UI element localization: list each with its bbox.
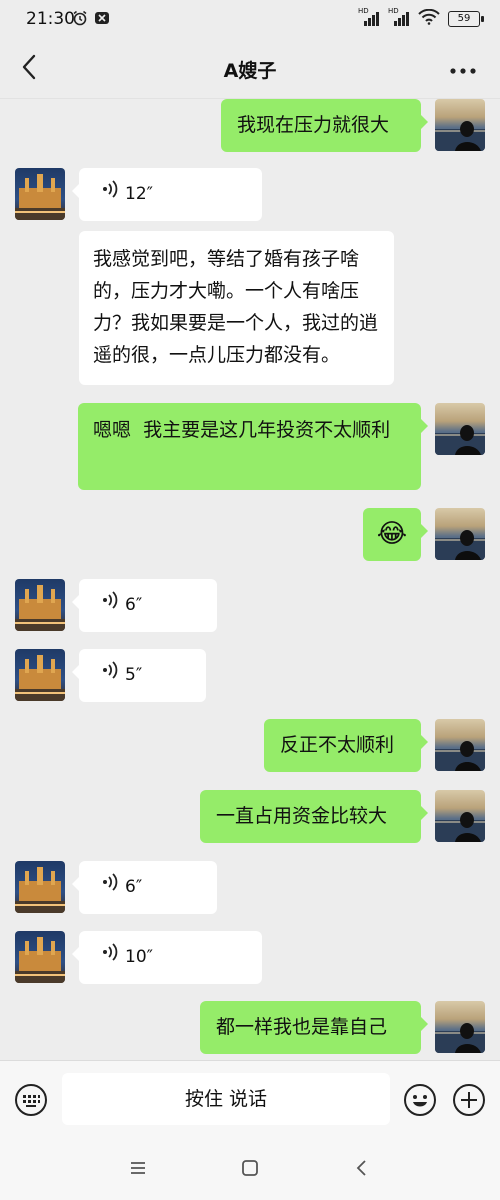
avatar-other[interactable]: [15, 931, 65, 983]
status-left-icons: [72, 10, 110, 30]
message-self: 反正不太顺利: [0, 719, 500, 774]
message-bubble[interactable]: 反正不太顺利: [264, 719, 428, 772]
message-self: 我现在压力就很大: [0, 99, 500, 154]
voice-duration: 12″: [125, 184, 153, 204]
system-back-button[interactable]: [350, 1156, 374, 1180]
home-button[interactable]: [238, 1156, 262, 1180]
voice-wave-icon: [101, 941, 119, 973]
voice-wave-icon: [101, 178, 119, 210]
voice-message-bubble[interactable]: 10″: [72, 931, 262, 984]
menu-icon: [126, 1162, 150, 1184]
avatar-self[interactable]: [435, 790, 485, 842]
message-other: 10″: [0, 931, 500, 986]
more-icon: [450, 59, 476, 78]
avatar-self[interactable]: [435, 1001, 485, 1053]
voice-duration: 6″: [125, 595, 143, 615]
status-time: 21:30: [26, 9, 75, 29]
voice-message-bubble[interactable]: 6″: [72, 861, 217, 914]
message-self: 嗯嗯 我主要是这几年投资不太顺利: [0, 403, 500, 493]
keyboard-icon: [14, 1084, 48, 1121]
chat-header: A嫂子: [0, 40, 500, 98]
home-icon: [238, 1160, 262, 1184]
message-bubble[interactable]: 我感觉到吧，等结了婚有孩子啥的，压力才大嘞。一个人有啥压力？我如果要是一个人，我…: [79, 231, 394, 385]
message-text: 反正不太顺利: [280, 734, 395, 756]
more-functions-button[interactable]: [452, 1083, 486, 1117]
chat-title: A嫂子: [223, 60, 277, 82]
voice-message-bubble[interactable]: 12″: [72, 168, 262, 221]
message-other: 我感觉到吧，等结了婚有孩子啥的，压力才大嘞。一个人有啥压力？我如果要是一个人，我…: [0, 231, 500, 387]
message-text: 嗯嗯 我主要是这几年投资不太顺利: [93, 419, 391, 441]
alarm-icon: [72, 10, 88, 30]
emoji-icon: [403, 1084, 437, 1121]
avatar-other[interactable]: [15, 649, 65, 701]
voice-wave-icon: [101, 659, 119, 691]
message-text: 都一样我也是靠自己: [216, 1016, 388, 1038]
message-text: 我感觉到吧，等结了婚有孩子啥的，压力才大嘞。一个人有啥压力？我如果要是一个人，我…: [93, 248, 379, 366]
message-other: 6″: [0, 579, 500, 634]
message-text: 我现在压力就很大: [237, 114, 390, 136]
recent-apps-button[interactable]: [126, 1156, 150, 1180]
avatar-self[interactable]: [435, 719, 485, 771]
chat-area[interactable]: 我现在压力就很大 12″ 我感觉到吧，等结了婚有孩子啥的，压力才大嘞。一个人有啥…: [0, 99, 500, 1060]
keyboard-toggle-button[interactable]: [14, 1083, 48, 1117]
hd-label: HD: [358, 7, 369, 15]
message-bubble[interactable]: 嗯嗯 我主要是这几年投资不太顺利: [78, 403, 428, 490]
emoji-text: 😂: [376, 519, 408, 549]
avatar-self[interactable]: [435, 99, 485, 151]
message-bubble[interactable]: 都一样我也是靠自己: [200, 1001, 428, 1054]
nav-back-icon: [350, 1160, 374, 1184]
message-text: 一直占用资金比较大: [216, 805, 388, 827]
message-bubble[interactable]: 一直占用资金比较大: [200, 790, 428, 843]
signal-icon-1: HD: [358, 7, 380, 28]
message-self: 一直占用资金比较大: [0, 790, 500, 845]
message-other: 12″: [0, 168, 500, 223]
wifi-icon: [418, 8, 440, 29]
signal-icon-2: HD: [388, 7, 410, 28]
message-other: 5″: [0, 649, 500, 704]
plus-icon: [452, 1084, 486, 1121]
avatar-other[interactable]: [15, 861, 65, 913]
voice-duration: 5″: [125, 665, 143, 685]
message-other: 6″: [0, 861, 500, 916]
message-bubble[interactable]: 我现在压力就很大: [221, 99, 428, 152]
app-notification-icon: [94, 10, 110, 30]
avatar-self[interactable]: [435, 403, 485, 455]
hold-to-talk-button[interactable]: 按住 说话: [62, 1073, 390, 1125]
voice-wave-icon: [101, 871, 119, 903]
more-button[interactable]: [446, 55, 480, 81]
voice-duration: 10″: [125, 947, 153, 967]
avatar-other[interactable]: [15, 168, 65, 220]
voice-message-bubble[interactable]: 6″: [72, 579, 217, 632]
hd-label: HD: [388, 7, 399, 15]
message-self: 😂: [0, 508, 500, 563]
avatar-other[interactable]: [15, 579, 65, 631]
voice-message-bubble[interactable]: 5″: [72, 649, 206, 702]
emoji-button[interactable]: [403, 1083, 437, 1117]
status-bar: 21:30 HD HD 59: [0, 0, 500, 40]
avatar-self[interactable]: [435, 508, 485, 560]
status-right-icons: HD HD 59: [358, 7, 484, 29]
emoji-message-bubble[interactable]: 😂: [363, 508, 428, 561]
system-nav-bar: [0, 1138, 500, 1200]
message-self: 都一样我也是靠自己: [0, 1001, 500, 1056]
voice-wave-icon: [101, 589, 119, 621]
voice-duration: 6″: [125, 877, 143, 897]
input-bar: 按住 说话: [0, 1060, 500, 1139]
battery-icon: 59: [448, 11, 484, 27]
